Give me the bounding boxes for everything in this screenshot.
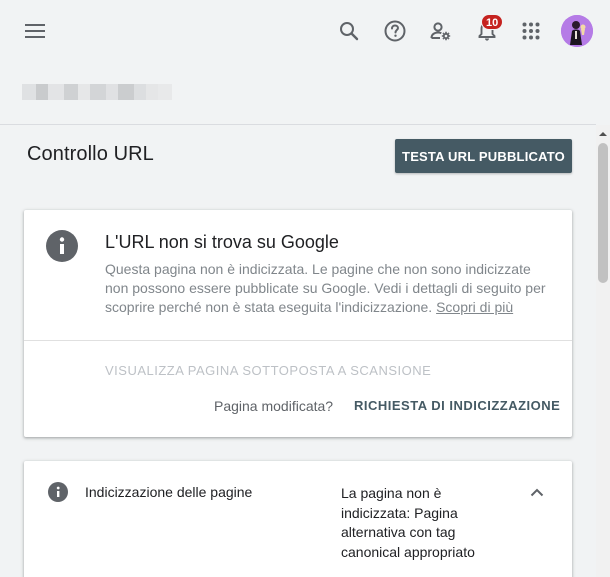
header-divider — [0, 124, 596, 125]
status-title: L'URL non si trova su Google — [105, 232, 339, 252]
indexing-status-value: La pagina non è indicizzata: Pagina alte… — [341, 485, 475, 560]
learn-more-link[interactable]: Scopri di più — [436, 299, 513, 315]
manage-users-icon[interactable] — [425, 15, 457, 47]
test-live-url-button[interactable]: TESTA URL PUBBLICATO — [395, 139, 572, 173]
info-icon — [48, 482, 68, 502]
apps-grid-icon[interactable] — [515, 15, 547, 47]
url-status-card: L'URL non si trova su Google Questa pagi… — [24, 210, 572, 437]
help-circle-icon[interactable] — [379, 15, 411, 47]
page-title: Controllo URL — [27, 143, 154, 165]
user-avatar[interactable] — [561, 15, 593, 47]
search-icon[interactable] — [333, 15, 365, 47]
view-crawled-page-button[interactable]: VISUALIZZA PAGINA SOTTOPOSTA A SCANSIONE — [105, 363, 431, 378]
info-icon — [46, 230, 78, 262]
request-indexing-button[interactable]: RICHIESTA DI INDICIZZAZIONE — [354, 398, 560, 413]
page-indexing-card: Indicizzazione delle pagine La pagina no… — [24, 461, 572, 577]
status-description: Questa pagina non è indicizzata. Le pagi… — [105, 260, 557, 317]
card-divider — [24, 340, 572, 341]
vertical-scrollbar[interactable] — [596, 125, 610, 577]
hamburger-menu-icon[interactable] — [19, 15, 51, 47]
top-app-bar: 10 — [0, 0, 610, 64]
indexing-label: Indicizzazione delle pagine — [85, 484, 253, 500]
chevron-up-icon[interactable] — [527, 482, 547, 502]
scroll-up-arrow-icon[interactable] — [596, 127, 610, 139]
notification-count-badge: 10 — [481, 14, 504, 30]
page-changed-question: Pagina modificata? — [214, 398, 334, 414]
property-selector[interactable] — [22, 84, 172, 100]
scrollbar-thumb[interactable] — [598, 143, 608, 283]
